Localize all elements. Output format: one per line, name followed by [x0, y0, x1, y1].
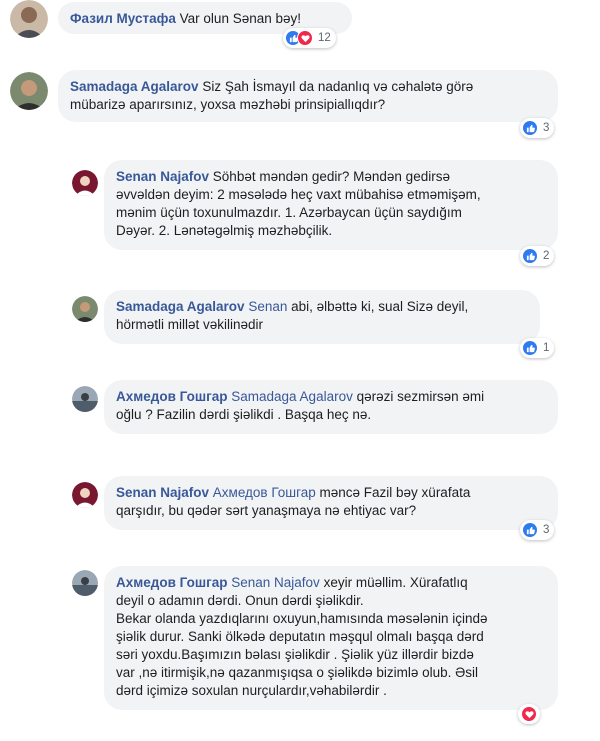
comment-1: Фазил Мустафа Var olun Sənan bəy! 12 — [0, 0, 600, 50]
comment-text-line: oğlu ? Fazilin dərdi şiəlikdi . Başqa he… — [116, 407, 372, 422]
comment-text-line: mübarizə aparırsınız, yoxsa məzhəbi prin… — [70, 97, 386, 112]
reaction-count: 3 — [543, 524, 550, 536]
avatar[interactable] — [72, 570, 98, 596]
like-icon — [522, 340, 538, 356]
comment-bubble: Senan Najafov Ахмедов Гошгар məncə Fazil… — [104, 476, 558, 530]
comment-7: Ахмедов Гошгар Senan Najafov xeyir müəll… — [0, 562, 600, 737]
reaction-count: 1 — [543, 342, 550, 354]
comment-5: Ахмедов Гошгар Samadaga Agalarov qərəzi … — [0, 372, 600, 452]
avatar[interactable] — [72, 296, 98, 322]
comment-bubble: Samadaga Agalarov Siz Şah İsmayıl da nad… — [58, 70, 558, 122]
avatar[interactable] — [72, 482, 98, 508]
reaction-count: 2 — [543, 250, 550, 262]
comment-4: Samadaga Agalarov Senan abi, əlbəttə ki,… — [0, 282, 600, 362]
reaction-summary[interactable] — [518, 704, 540, 724]
comment-mention[interactable]: Senan — [248, 299, 287, 314]
comment-text-line: Bekar olanda yazdıqlarını oxuyun,hamısın… — [116, 611, 488, 626]
avatar[interactable] — [10, 72, 48, 110]
comment-mention[interactable]: Senan Najafov — [231, 575, 320, 590]
comment-text-line: qarşıdır, bu qədər sərt yanaşmaya nə eht… — [116, 503, 417, 518]
reaction-summary[interactable]: 3 — [520, 520, 555, 540]
comment-text-line: dərd içimizə soxulan nurçulardır,vəhabil… — [116, 683, 387, 698]
reaction-count: 3 — [543, 122, 550, 134]
comment-text-line: deyil o adamın dərdi. Onun dərdi şiəlikd… — [116, 593, 364, 608]
comment-author[interactable]: Samadaga Agalarov — [116, 299, 245, 314]
comment-text-line: var ,nə itirmişik,nə qazanmışıqsa o şiəl… — [116, 665, 479, 680]
comment-text-line: Dəyər. 2. Lənətəgəlmiş məzhəbçilik. — [116, 223, 333, 238]
like-icon — [522, 120, 538, 136]
comment-text-line: əvvəldən deyim: 2 məsələdə heç vaxt müba… — [116, 187, 481, 202]
avatar[interactable] — [10, 0, 48, 38]
reaction-summary[interactable]: 2 — [520, 246, 555, 266]
comment-text-line: Siz Şah İsmayıl da nadanlıq və cəhalətə … — [202, 79, 474, 94]
comment-3: Senan Najafov Söhbət məndən gedir? Məndə… — [0, 150, 600, 270]
comment-text-line: qərəzi sezmirsən əmi — [356, 389, 485, 404]
reaction-summary[interactable]: 3 — [520, 118, 555, 138]
avatar[interactable] — [72, 386, 98, 412]
like-icon — [522, 248, 538, 264]
avatar[interactable] — [72, 170, 98, 196]
reaction-count: 12 — [318, 32, 331, 44]
like-icon — [522, 522, 538, 538]
comment-text-line: hörmətli millət vəkilinədir — [116, 317, 264, 332]
comment-6: Senan Najafov Ахмедов Гошгар məncə Fazil… — [0, 472, 600, 552]
comment-2: Samadaga Agalarov Siz Şah İsmayıl da nad… — [0, 60, 600, 140]
comment-author[interactable]: Ахмедов Гошгар — [116, 575, 227, 590]
love-icon — [297, 30, 313, 46]
comment-mention[interactable]: Samadaga Agalarov — [231, 389, 353, 404]
comment-author[interactable]: Фазил Мустафа — [70, 11, 176, 26]
comment-author[interactable]: Samadaga Agalarov — [70, 79, 199, 94]
comment-text-line: xeyir müəllim. Xürafatlıq — [323, 575, 468, 590]
reaction-summary[interactable]: 12 — [283, 28, 336, 48]
comment-text: Var olun Sənan bəy! — [179, 11, 302, 26]
comment-author[interactable]: Senan Najafov — [116, 485, 209, 500]
comment-author[interactable]: Ахмедов Гошгар — [116, 389, 227, 404]
comment-text-line: şiəlik durur. Sanki ölkədə deputatın məş… — [116, 629, 484, 644]
love-icon — [521, 706, 537, 722]
comment-bubble: Samadaga Agalarov Senan abi, əlbəttə ki,… — [104, 290, 540, 344]
comment-bubble: Ахмедов Гошгар Senan Najafov xeyir müəll… — [104, 566, 558, 710]
comment-text-line: mənim üçün toxunulmazdır. 1. Azərbaycan … — [116, 205, 462, 220]
comment-author[interactable]: Senan Najafov — [116, 169, 209, 184]
comment-mention[interactable]: Ахмедов Гошгар — [213, 485, 316, 500]
reaction-summary[interactable]: 1 — [520, 338, 555, 358]
comment-bubble: Ахмедов Гошгар Samadaga Agalarov qərəzi … — [104, 380, 558, 434]
comment-text-line: Söhbət məndən gedir? Məndən gedirsə — [212, 169, 450, 184]
comment-bubble: Senan Najafov Söhbət məndən gedir? Məndə… — [104, 160, 558, 250]
comment-text-line: məncə Fazil bəy xürafata — [319, 485, 471, 500]
comment-text-line: abi, əlbəttə ki, sual Sizə deyil, — [291, 299, 469, 314]
comment-text-line: səri yoxdu.Başımızın bəlası şiəlikdir . … — [116, 647, 474, 662]
